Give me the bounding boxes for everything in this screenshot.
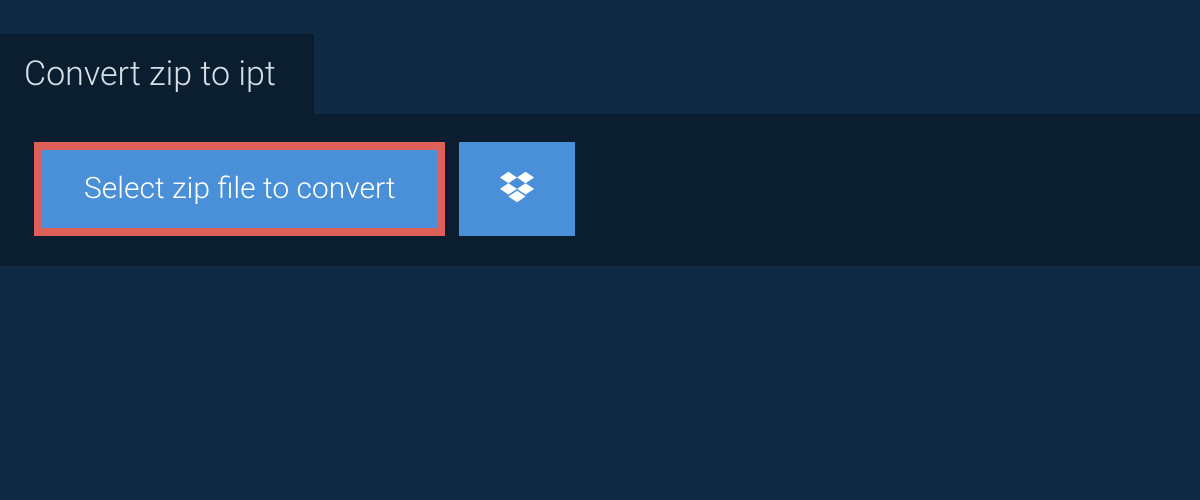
select-file-label: Select zip file to convert bbox=[84, 174, 395, 204]
tab-header: Convert zip to ipt bbox=[0, 34, 314, 114]
dropbox-icon bbox=[498, 168, 536, 210]
button-row: Select zip file to convert bbox=[34, 142, 1166, 236]
select-file-button[interactable]: Select zip file to convert bbox=[34, 142, 445, 236]
page-title: Convert zip to ipt bbox=[24, 54, 276, 94]
dropbox-button[interactable] bbox=[459, 142, 575, 236]
content-band: Select zip file to convert bbox=[0, 114, 1200, 266]
